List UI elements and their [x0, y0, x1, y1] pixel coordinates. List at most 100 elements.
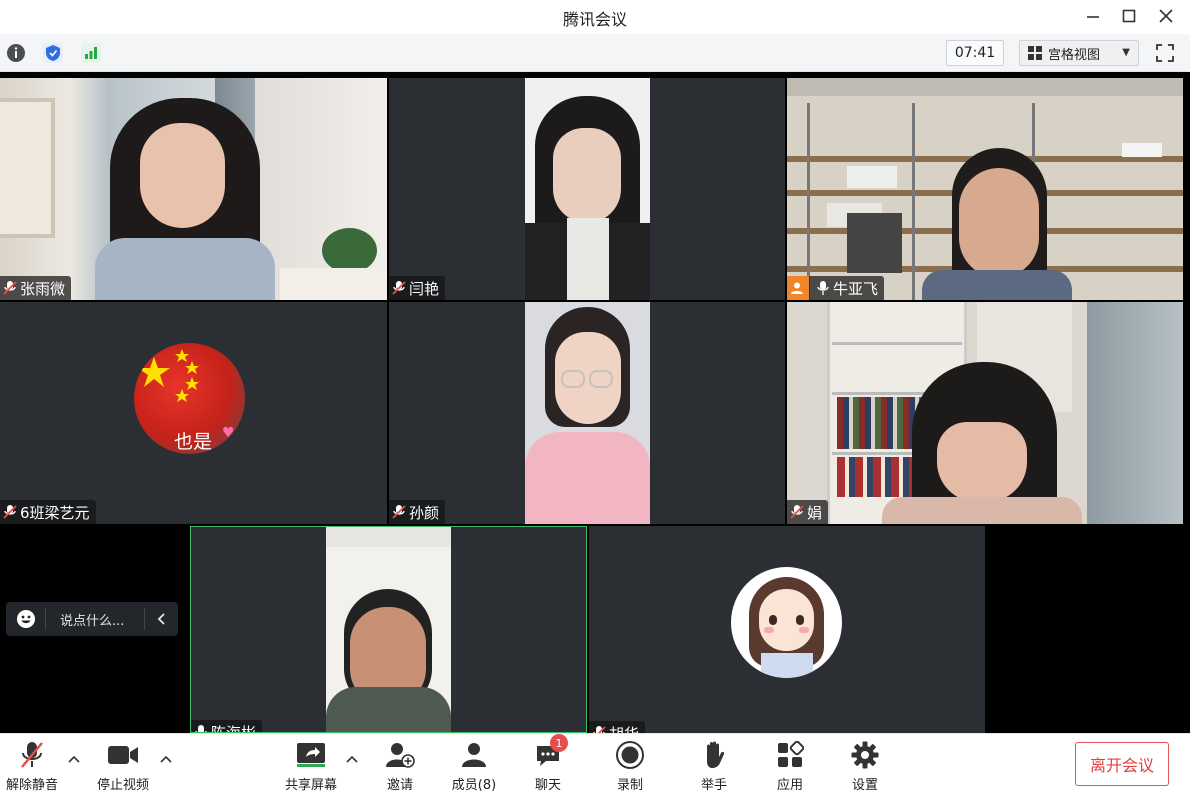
audio-options-button[interactable] — [65, 752, 83, 766]
security-button[interactable] — [41, 42, 65, 64]
view-mode-label: 宫格视图 — [1048, 47, 1101, 63]
participant-name: 胡华 — [609, 723, 639, 734]
video-grid: 张雨微 闫艳 牛亚飞 也是 ♥ 6班梁艺元 孙颜 娟 陈海彬 说点什么... — [0, 72, 1190, 733]
users-icon — [462, 743, 486, 767]
shield-icon — [43, 43, 63, 63]
collapse-chat-button[interactable] — [144, 608, 178, 630]
title-bar: 腾讯会议 — [0, 0, 1190, 34]
user-icon — [791, 282, 803, 294]
participant-name-tag: 娟 — [787, 500, 829, 524]
video-tile[interactable]: 也是 ♥ 6班梁艺元 — [0, 302, 387, 524]
chevron-down-icon: ▼ — [1122, 47, 1130, 58]
minimize-button[interactable] — [1076, 4, 1110, 28]
participant-avatar: 也是 ♥ — [134, 343, 245, 454]
video-tile[interactable]: 胡华 — [589, 526, 985, 733]
participant-name: 6班梁艺元 — [20, 503, 90, 522]
share-screen-icon — [297, 743, 325, 767]
participant-name: 孙颜 — [409, 503, 440, 522]
video-tile[interactable]: 张雨微 — [0, 78, 387, 300]
meeting-timer: 07:41 — [946, 40, 1004, 66]
participant-name-tag: 陈海彬 — [191, 720, 263, 733]
participant-name-tag: 牛亚飞 — [787, 276, 885, 300]
view-mode-select[interactable]: 宫格视图 ▼ — [1019, 40, 1139, 66]
chevron-up-icon — [160, 755, 172, 763]
gear-icon — [851, 741, 879, 769]
leave-meeting-button[interactable]: 离开会议 — [1075, 742, 1169, 786]
video-tile[interactable]: 牛亚飞 — [787, 78, 1183, 300]
chat-button[interactable]: 1 聊天 — [528, 734, 568, 798]
meeting-info-button[interactable] — [4, 42, 28, 64]
meeting-window: 腾讯会议 07:41 宫格视图 ▼ 张雨微 闫艳 牛亚飞 也是 ♥ 6班梁艺元 … — [0, 0, 1190, 803]
record-button[interactable]: 录制 — [610, 738, 650, 798]
fullscreen-button[interactable] — [1154, 42, 1178, 64]
video-tile[interactable]: 娟 — [787, 302, 1183, 524]
network-status-button[interactable] — [79, 42, 103, 64]
settings-button[interactable]: 设置 — [845, 738, 885, 798]
mic-muted-icon — [790, 505, 804, 519]
participant-name: 张雨微 — [20, 279, 66, 298]
unread-badge: 1 — [550, 734, 568, 752]
apps-icon — [778, 741, 804, 767]
mic-muted-icon — [21, 742, 43, 768]
record-icon — [616, 741, 644, 769]
unmute-button[interactable]: 解除静音 — [4, 738, 60, 798]
mic-muted-icon — [593, 726, 606, 733]
members-button[interactable]: 成员(8) — [450, 738, 498, 798]
maximize-icon — [1122, 9, 1136, 23]
mic-muted-icon — [3, 505, 17, 519]
video-tile[interactable]: 孙颜 — [389, 302, 785, 524]
meeting-toolbar: 解除静音 停止视频 共享屏幕 邀请 成员(8) 1 聊天 录制 举手 应用 设置… — [0, 733, 1190, 803]
participant-name: 陈海彬 — [211, 723, 257, 733]
participant-name-tag: 闫艳 — [389, 276, 446, 300]
add-user-icon — [386, 743, 415, 768]
participant-video — [525, 302, 650, 524]
smiley-icon — [16, 610, 35, 628]
raise-hand-button[interactable]: 举手 — [694, 738, 734, 798]
signal-strength-icon — [81, 43, 101, 63]
avatar-text: 也是 — [174, 431, 213, 453]
participant-video — [787, 78, 1183, 300]
mic-icon — [195, 725, 207, 732]
fullscreen-icon — [1156, 44, 1174, 62]
close-button[interactable] — [1149, 4, 1183, 28]
emoji-button[interactable] — [6, 608, 46, 630]
share-screen-button[interactable]: 共享屏幕 — [282, 738, 340, 798]
maximize-button[interactable] — [1112, 4, 1146, 28]
video-options-button[interactable] — [157, 752, 175, 766]
participant-video — [787, 302, 1183, 524]
grid-view-icon — [1028, 46, 1042, 60]
chevron-up-icon — [68, 755, 80, 763]
info-bar: 07:41 宫格视图 ▼ — [0, 34, 1190, 72]
hand-icon — [707, 741, 725, 768]
participant-name-tag: 张雨微 — [0, 276, 72, 300]
participant-name-tag: 6班梁艺元 — [0, 500, 96, 524]
video-tile-active-speaker[interactable]: 陈海彬 — [190, 526, 587, 733]
mic-muted-icon — [3, 281, 17, 295]
invite-button[interactable]: 邀请 — [380, 738, 420, 798]
participant-video — [326, 527, 451, 732]
participant-video — [0, 78, 387, 300]
participant-name-tag: 胡华 — [589, 721, 646, 734]
chevron-left-icon — [157, 613, 165, 625]
share-options-button[interactable] — [343, 752, 361, 766]
mic-icon — [817, 281, 829, 295]
close-icon — [1159, 9, 1173, 23]
window-title: 腾讯会议 — [562, 10, 627, 29]
host-badge — [787, 276, 809, 300]
quick-chat-bar[interactable]: 说点什么... — [6, 602, 178, 636]
participant-name: 闫艳 — [409, 279, 440, 298]
mic-muted-icon — [392, 281, 406, 295]
mic-muted-icon — [392, 505, 406, 519]
info-icon — [7, 44, 25, 62]
minimize-icon — [1087, 16, 1099, 18]
video-tile[interactable]: 闫艳 — [389, 78, 785, 300]
participant-name-tag: 孙颜 — [389, 500, 446, 524]
heart-icon: ♥ — [222, 425, 235, 441]
participant-video — [525, 78, 650, 300]
video-camera-icon — [108, 746, 138, 764]
apps-button[interactable]: 应用 — [770, 738, 810, 798]
participant-avatar — [731, 567, 842, 678]
chat-input[interactable]: 说点什么... — [46, 610, 144, 629]
stop-video-button[interactable]: 停止视频 — [94, 738, 152, 798]
participant-name: 牛亚飞 — [833, 279, 879, 298]
